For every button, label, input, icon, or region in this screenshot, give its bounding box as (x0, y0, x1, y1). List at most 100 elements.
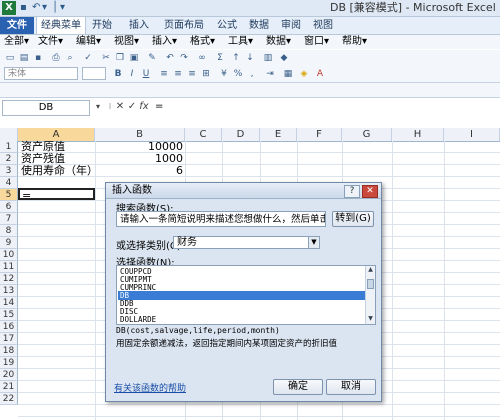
row-header[interactable]: 3 (0, 165, 18, 177)
menu-insert[interactable]: 插入▾ (152, 35, 177, 49)
cancel-formula-icon[interactable]: ✕ (114, 101, 126, 113)
row-header[interactable]: 11 (0, 261, 18, 273)
column-header-d[interactable]: D (222, 128, 260, 141)
menu-tools[interactable]: 工具▾ (228, 35, 253, 49)
quick-access-save-icon[interactable]: ▪ (20, 1, 27, 15)
merge-center-icon[interactable]: ⊞ (200, 68, 212, 80)
tab-insert[interactable]: 插入 (124, 17, 154, 34)
tab-formulas[interactable]: 公式 (212, 17, 242, 34)
menu-edit[interactable]: 编辑▾ (76, 35, 101, 49)
row-header[interactable]: 6 (0, 201, 18, 213)
spelling-icon[interactable]: ✓ (82, 52, 94, 64)
underline-icon[interactable]: U (140, 68, 152, 80)
cell-b3[interactable]: 6 (95, 165, 183, 177)
select-all-corner[interactable] (0, 128, 18, 141)
align-center-icon[interactable]: ≡ (172, 68, 184, 80)
row-header[interactable]: 1 (0, 141, 18, 153)
redo-toolbar-icon[interactable]: ↷ (178, 52, 190, 64)
currency-icon[interactable]: ¥ (218, 68, 230, 80)
open-folder-icon[interactable]: ▤ (18, 52, 30, 64)
active-cell-a5[interactable]: = (18, 188, 95, 202)
function-list[interactable]: COUPPCD CUMIPMT CUMPRINC DB DDB DISC DOL… (116, 265, 376, 325)
row-header[interactable]: 20 (0, 369, 18, 381)
column-header-g[interactable]: G (342, 128, 392, 141)
column-header-f[interactable]: F (297, 128, 342, 141)
tab-file[interactable]: 文件 (0, 17, 34, 34)
percent-icon[interactable]: % (232, 68, 244, 80)
hyperlink-icon[interactable]: ∞ (196, 52, 208, 64)
name-box-dropdown-icon[interactable]: ▾ (92, 101, 104, 113)
italic-icon[interactable]: I (126, 68, 138, 80)
tab-view[interactable]: 视图 (308, 17, 338, 34)
menu-view[interactable]: 视图▾ (114, 35, 139, 49)
tab-page-layout[interactable]: 页面布局 (158, 17, 210, 34)
customize-quick-access-icon[interactable]: ▾ (60, 1, 65, 15)
row-header[interactable]: 7 (0, 213, 18, 225)
row-header[interactable]: 10 (0, 249, 18, 261)
formula-input[interactable]: = (155, 100, 495, 114)
go-button[interactable]: 转到(G) (332, 211, 374, 227)
tab-data[interactable]: 数据 (244, 17, 274, 34)
tab-review[interactable]: 审阅 (276, 17, 306, 34)
sort-ascending-icon[interactable]: ↑ (230, 52, 242, 64)
row-header[interactable]: 21 (0, 381, 18, 393)
tab-home[interactable]: 开始 (86, 17, 118, 34)
search-function-input[interactable]: 请输入一条简短说明来描述您想做什么，然后单击“转到” (116, 211, 326, 227)
drawing-icon[interactable]: ◆ (278, 52, 290, 64)
bold-icon[interactable]: B (112, 68, 124, 80)
font-name-combo[interactable]: 宋体 (4, 67, 78, 80)
align-right-icon[interactable]: ≡ (186, 68, 198, 80)
dialog-title-bar[interactable]: 插入函数 ? ✕ (106, 183, 381, 199)
insert-function-icon[interactable]: fx (138, 101, 150, 113)
row-header[interactable]: 5 (0, 189, 18, 201)
column-header-e[interactable]: E (260, 128, 297, 141)
row-header[interactable]: 12 (0, 273, 18, 285)
autosum-icon[interactable]: Σ (214, 52, 226, 64)
row-header[interactable]: 9 (0, 237, 18, 249)
excel-icon[interactable]: X (2, 1, 16, 15)
menu-file[interactable]: 文件▾ (38, 35, 63, 49)
undo-icon[interactable]: ↶ (32, 1, 40, 15)
new-document-icon[interactable]: ▭ (4, 52, 16, 64)
row-header[interactable]: 16 (0, 321, 18, 333)
borders-icon[interactable]: ▦ (282, 68, 294, 80)
row-header[interactable]: 13 (0, 285, 18, 297)
font-size-combo[interactable] (82, 67, 106, 80)
row-header[interactable]: 15 (0, 309, 18, 321)
menu-format[interactable]: 格式▾ (190, 35, 215, 49)
help-icon[interactable]: ? (344, 185, 360, 198)
column-header-h[interactable]: H (392, 128, 444, 141)
name-box[interactable]: DB (2, 100, 90, 116)
ok-button[interactable]: 确定 (273, 379, 323, 395)
row-header[interactable]: 19 (0, 357, 18, 369)
increase-indent-icon[interactable]: ⇥ (264, 68, 276, 80)
cut-icon[interactable]: ✂ (100, 52, 112, 64)
font-color-icon[interactable]: A (314, 68, 326, 80)
list-scrollbar[interactable]: ▲ ▼ (365, 266, 375, 324)
cancel-button[interactable]: 取消 (326, 379, 376, 395)
scroll-up-icon[interactable]: ▲ (366, 266, 375, 274)
save-icon[interactable]: ▪ (32, 52, 44, 64)
close-icon[interactable]: ✕ (362, 185, 378, 198)
undo-dropdown-icon[interactable]: ▾ (42, 1, 47, 15)
row-header[interactable]: 4 (0, 177, 18, 189)
row-header[interactable]: 17 (0, 333, 18, 345)
row-header[interactable]: 8 (0, 225, 18, 237)
help-link[interactable]: 有关该函数的帮助 (114, 381, 186, 394)
row-header[interactable]: 18 (0, 345, 18, 357)
category-select[interactable]: 财务 ▼ (173, 236, 320, 249)
row-header[interactable]: 14 (0, 297, 18, 309)
column-header-c[interactable]: C (185, 128, 222, 141)
undo-toolbar-icon[interactable]: ↶ (164, 52, 176, 64)
fill-color-icon[interactable]: ◈ (298, 68, 310, 80)
menu-help[interactable]: 帮助▾ (342, 35, 367, 49)
column-header-i[interactable]: I (444, 128, 500, 141)
scroll-thumb[interactable] (367, 279, 374, 289)
scroll-down-icon[interactable]: ▼ (366, 315, 375, 323)
paste-icon[interactable]: ▣ (128, 52, 140, 64)
cell-b2[interactable]: 1000 (95, 153, 183, 165)
row-header[interactable]: 2 (0, 153, 18, 165)
tab-classic-menu[interactable]: 经典菜单 (36, 17, 86, 34)
list-item[interactable]: DOLLARDE (118, 315, 365, 324)
menu-all[interactable]: 全部▾ (4, 35, 29, 49)
